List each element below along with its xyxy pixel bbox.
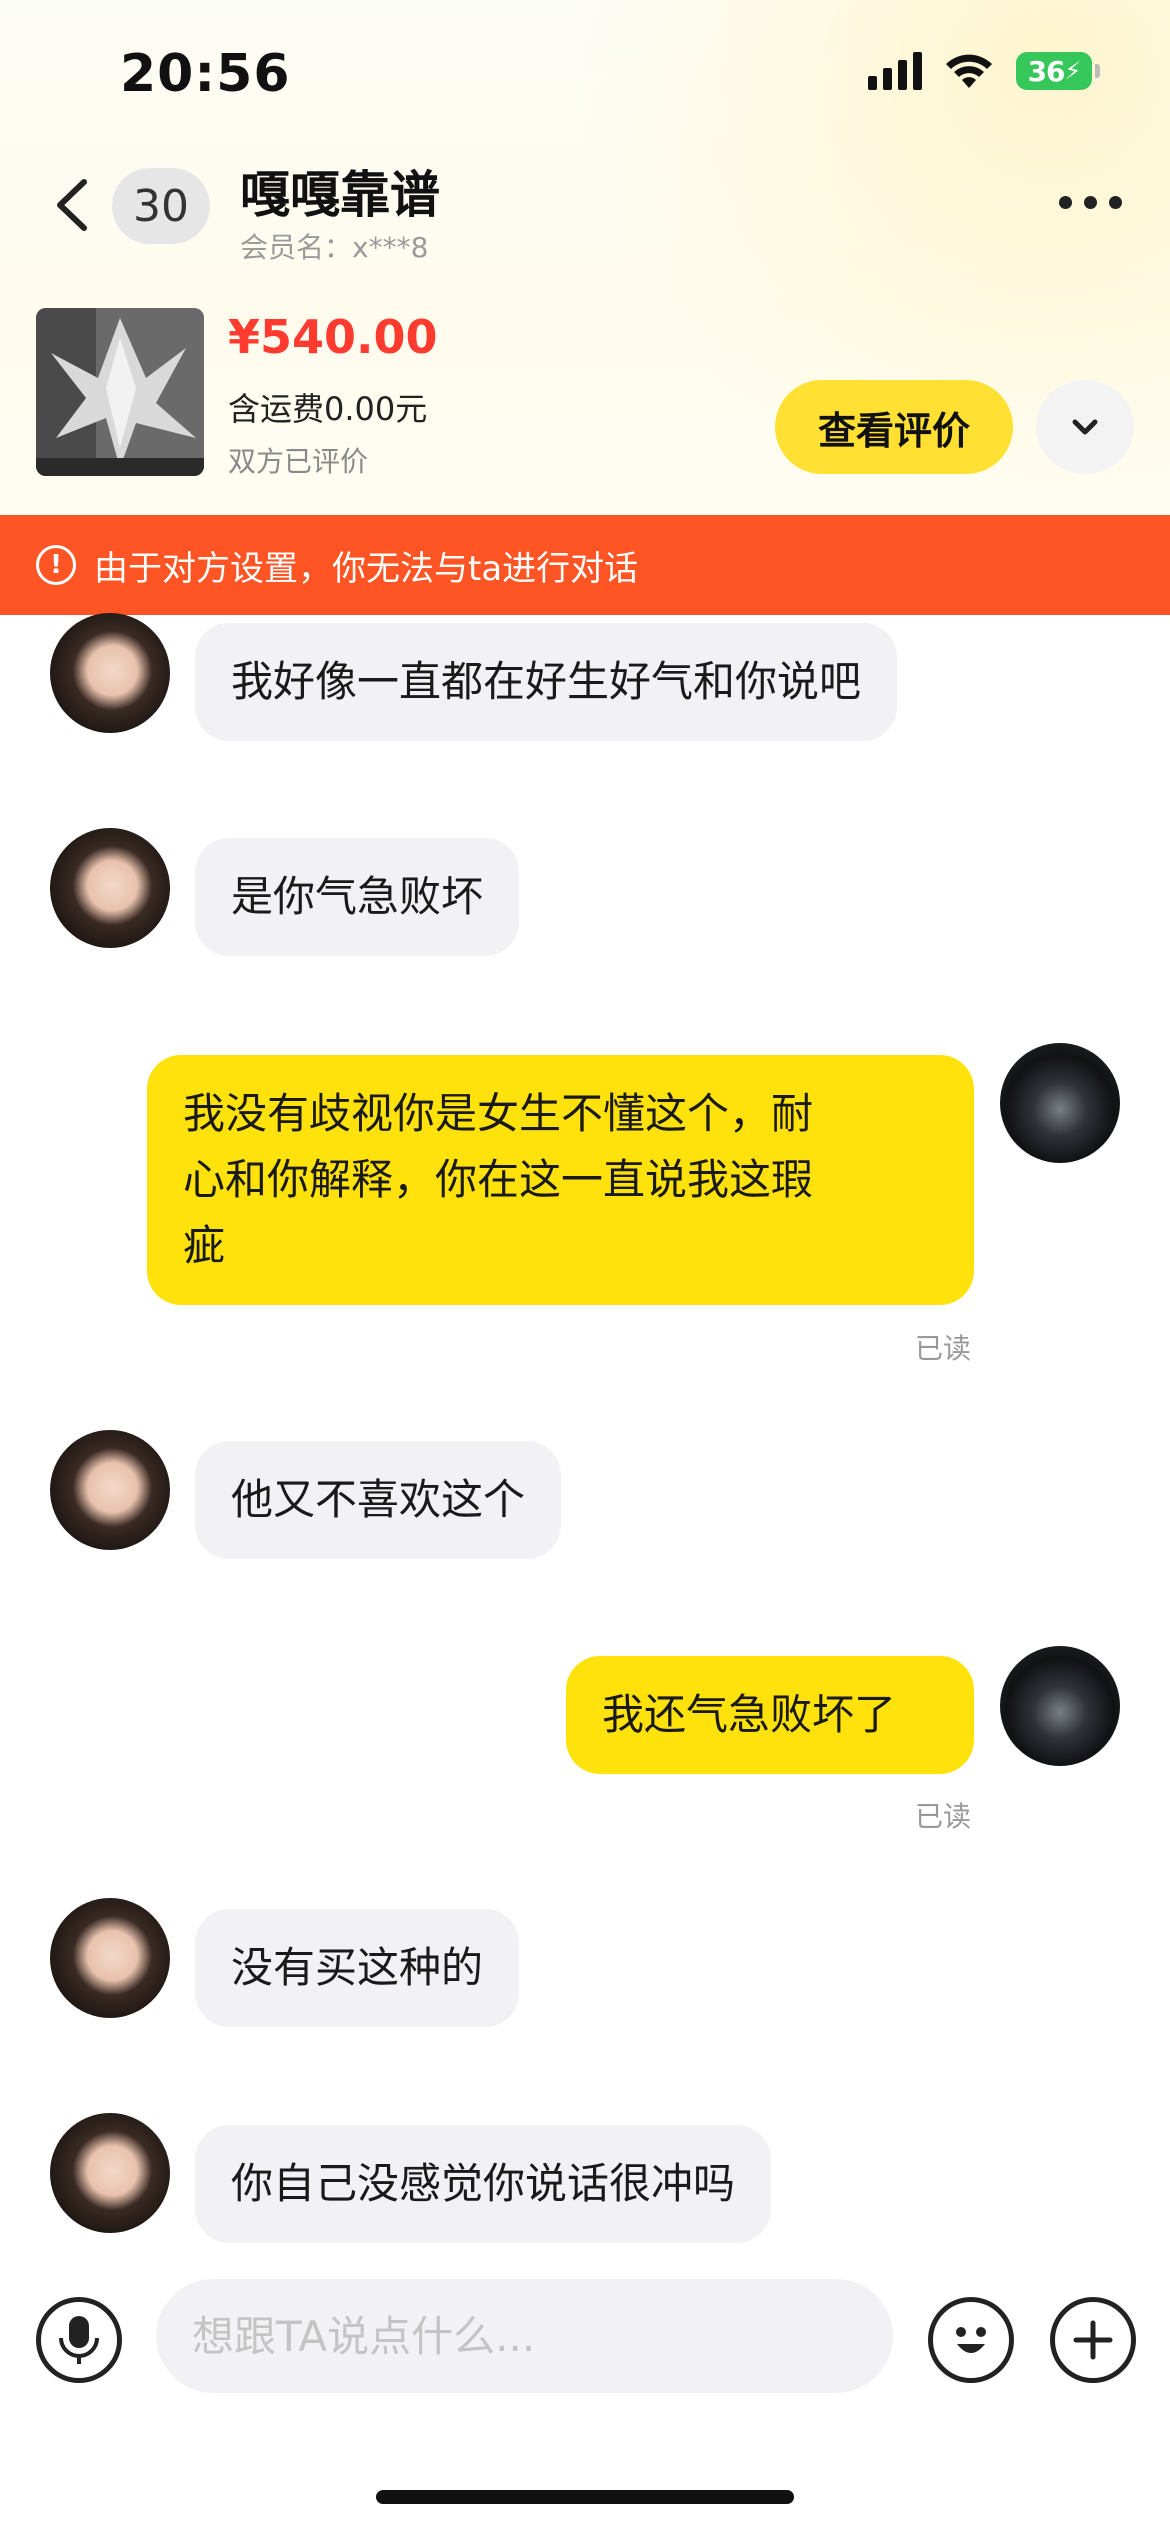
message-bubble-sent[interactable]: 我还气急败坏了 bbox=[566, 1656, 974, 1774]
back-button[interactable] bbox=[40, 170, 110, 240]
unread-count-badge[interactable]: 30 bbox=[112, 168, 210, 244]
signal-icon bbox=[868, 52, 922, 90]
product-photo bbox=[36, 308, 204, 476]
message-bubble-received[interactable]: 是你气急败坏 bbox=[195, 838, 520, 956]
contact-avatar[interactable] bbox=[50, 1898, 170, 2018]
message-text: 他又不喜欢这个 bbox=[231, 1475, 526, 1524]
view-review-button[interactable]: 查看评价 bbox=[775, 380, 1013, 474]
warning-icon: ! bbox=[36, 545, 76, 585]
message-line: 心和你解释，你在这一直说我这瑕 bbox=[183, 1155, 814, 1204]
contact-avatar[interactable] bbox=[50, 613, 170, 733]
read-receipt: 已读 bbox=[915, 1800, 972, 1833]
chevron-down-icon bbox=[1072, 419, 1098, 435]
voice-button[interactable] bbox=[36, 2297, 122, 2383]
message-bubble-received[interactable]: 他又不喜欢这个 bbox=[195, 1441, 562, 1559]
message-text: 我好像一直都在好生好气和你说吧 bbox=[231, 657, 862, 706]
my-avatar[interactable] bbox=[1000, 1646, 1120, 1766]
my-avatar[interactable] bbox=[1000, 1043, 1120, 1163]
message-line: 我没有歧视你是女生不懂这个，耐 bbox=[183, 1089, 814, 1138]
message-text: 你自己没感觉你说话很冲吗 bbox=[231, 2159, 736, 2208]
more-button[interactable] bbox=[1059, 196, 1122, 209]
product-price: ¥540.00 bbox=[228, 310, 438, 364]
contact-avatar[interactable] bbox=[50, 1430, 170, 1550]
shipping-fee: 含运费0.00元 bbox=[228, 390, 428, 428]
review-status: 双方已评价 bbox=[228, 445, 369, 478]
chevron-left-icon bbox=[57, 179, 87, 231]
more-actions-button[interactable] bbox=[1050, 2297, 1136, 2383]
chat-screen: 20:56 36 ⚡ 30 嘎嘎靠谱 会员名：x***8 ¥540.00 含运费… bbox=[0, 0, 1170, 2532]
read-receipt: 已读 bbox=[915, 1332, 972, 1365]
blocked-warning-banner: ! 由于对方设置，你无法与ta进行对话 bbox=[0, 515, 1170, 615]
contact-avatar[interactable] bbox=[50, 2113, 170, 2233]
emoji-button[interactable] bbox=[928, 2297, 1014, 2383]
message-text: 我还气急败坏了 bbox=[602, 1690, 897, 1739]
more-dots-icon bbox=[1059, 196, 1072, 209]
plus-icon bbox=[1073, 2320, 1113, 2360]
more-dot bbox=[1109, 196, 1122, 209]
status-time: 20:56 bbox=[120, 44, 291, 104]
product-image[interactable] bbox=[36, 308, 204, 476]
contact-name[interactable]: 嘎嘎靠谱 bbox=[240, 155, 440, 227]
expand-button[interactable] bbox=[1036, 380, 1134, 474]
wifi-icon bbox=[946, 54, 992, 88]
charging-bolt-icon: ⚡ bbox=[1064, 57, 1082, 85]
message-bubble-received[interactable]: 我好像一直都在好生好气和你说吧 bbox=[195, 623, 898, 741]
home-indicator[interactable] bbox=[376, 2490, 794, 2504]
message-line: 疵 bbox=[183, 1221, 226, 1270]
message-bubble-received[interactable]: 你自己没感觉你说话很冲吗 bbox=[195, 2125, 772, 2243]
emoji-icon bbox=[956, 2327, 986, 2353]
member-name: 会员名：x***8 bbox=[240, 231, 429, 264]
contact-avatar[interactable] bbox=[50, 828, 170, 948]
battery-charging-icon: 36 ⚡ bbox=[1016, 52, 1100, 90]
message-bubble-sent[interactable]: 我没有歧视你是女生不懂这个，耐 心和你解释，你在这一直说我这瑕 疵 bbox=[147, 1055, 974, 1305]
message-text: 是你气急败坏 bbox=[231, 872, 484, 921]
banner-text: 由于对方设置，你无法与ta进行对话 bbox=[94, 548, 639, 589]
more-dot bbox=[1084, 196, 1097, 209]
microphone-icon bbox=[59, 2316, 99, 2364]
message-text: 没有买这种的 bbox=[231, 1943, 484, 1992]
battery-level: 36 bbox=[1027, 54, 1066, 88]
message-bubble-received[interactable]: 没有买这种的 bbox=[195, 1909, 520, 2027]
message-input[interactable] bbox=[156, 2279, 893, 2393]
status-icons: 36 ⚡ bbox=[868, 52, 1100, 90]
